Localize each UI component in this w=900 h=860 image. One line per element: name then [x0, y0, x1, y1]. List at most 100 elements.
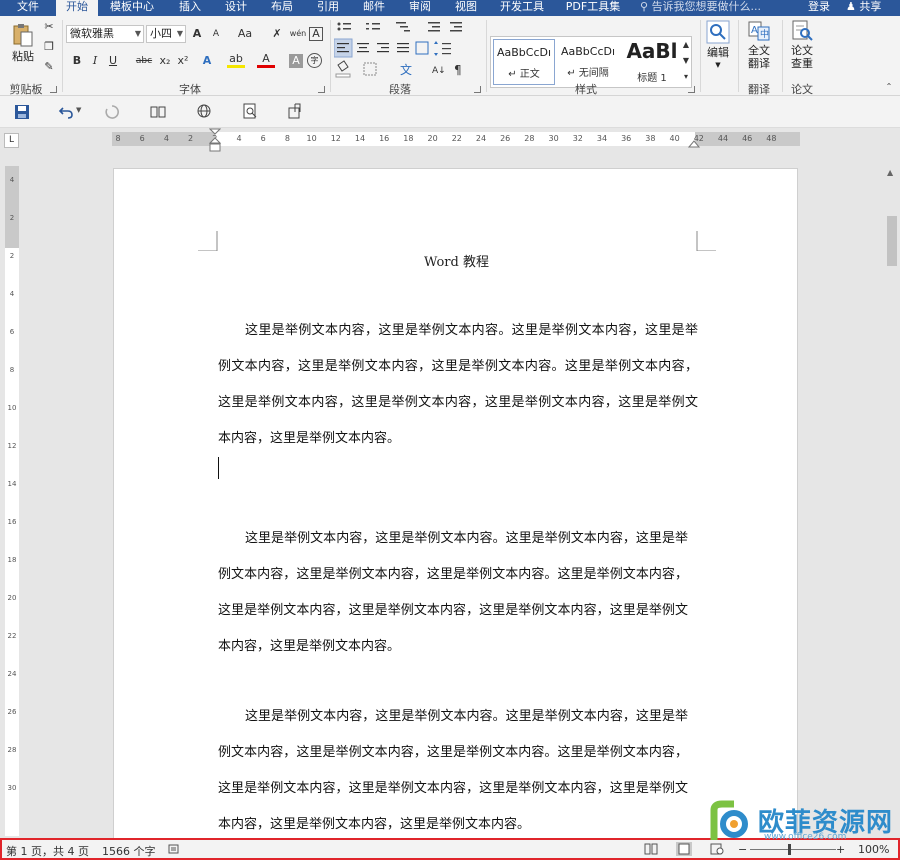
print-layout-view-icon[interactable]: [676, 842, 692, 856]
format-painter-icon[interactable]: ✎: [40, 58, 58, 76]
increase-indent-icon[interactable]: [450, 22, 462, 32]
read-mode-icon[interactable]: [150, 104, 166, 120]
paragraph-1[interactable]: 这里是举例文本内容，这里是举例文本内容。这里是举例文本内容，这里是举例文本内容，…: [218, 313, 698, 457]
style-no-spacing[interactable]: AaBbCcDı ↵ 无间隔: [557, 39, 619, 85]
undo-icon[interactable]: [58, 104, 74, 120]
phonetic-guide-button[interactable]: wén: [289, 25, 307, 43]
tab-layout[interactable]: 布局: [262, 0, 302, 16]
multilevel-list-icon[interactable]: [396, 22, 410, 32]
scroll-up-icon[interactable]: ▲: [887, 168, 893, 177]
collapse-ribbon-icon[interactable]: ⌃: [880, 78, 898, 96]
chinese-layout-icon[interactable]: 文: [400, 62, 412, 77]
page-count[interactable]: 第 1 页，共 4 页: [6, 843, 89, 859]
tab-file[interactable]: 文件: [8, 0, 48, 16]
print-preview-icon[interactable]: [242, 103, 258, 120]
font-color-button[interactable]: A: [257, 52, 275, 68]
subscript-button[interactable]: x₂: [156, 52, 174, 70]
tell-me-box[interactable]: ⚲ 告诉我您想要做什么...: [640, 0, 761, 16]
styles-launcher-icon[interactable]: [688, 86, 695, 93]
zoom-in-button[interactable]: +: [836, 843, 845, 856]
group-divider: [700, 20, 701, 92]
paste-button[interactable]: 粘贴: [8, 22, 38, 63]
paragraph-3[interactable]: 这里是举例文本内容，这里是举例文本内容。这里是举例文本内容，这里是举例文本内容，…: [218, 699, 688, 843]
decrease-indent-icon[interactable]: [428, 22, 440, 32]
right-indent-marker[interactable]: [688, 138, 700, 148]
font-size-combo[interactable]: 小四 ▼: [146, 25, 186, 43]
grow-font-button[interactable]: A: [188, 25, 206, 43]
copy-icon[interactable]: ❐: [40, 38, 58, 56]
read-mode-view-icon[interactable]: [644, 843, 658, 855]
save-icon[interactable]: [14, 104, 30, 120]
cut-icon[interactable]: ✂: [40, 18, 58, 36]
vertical-scrollbar[interactable]: ▲: [884, 166, 900, 838]
superscript-button[interactable]: x²: [174, 52, 192, 70]
styles-scroll-down-icon[interactable]: ▼: [680, 53, 692, 69]
tab-review[interactable]: 审阅: [400, 0, 440, 16]
tab-home[interactable]: 开始: [56, 0, 98, 16]
styles-more-icon[interactable]: ▾: [680, 69, 692, 85]
tab-pdf[interactable]: PDF工具集: [558, 0, 628, 16]
change-case-button[interactable]: Aa: [232, 25, 258, 43]
scrollbar-thumb[interactable]: [887, 216, 897, 266]
shrink-font-button[interactable]: A: [207, 25, 225, 43]
editing-button[interactable]: 编辑 ▼: [704, 20, 732, 72]
char-shading-button[interactable]: A: [289, 54, 303, 68]
touch-mode-icon[interactable]: [288, 103, 304, 120]
ruler-tick-label: 16: [7, 518, 17, 526]
paste-label: 粘贴: [12, 50, 34, 63]
document-header[interactable]: Word 教程: [214, 251, 699, 270]
web-layout-view-icon[interactable]: [710, 843, 724, 855]
numbering-icon[interactable]: [366, 23, 380, 30]
login-link[interactable]: 登录: [808, 0, 830, 16]
tab-references[interactable]: 引用: [308, 0, 348, 16]
paper-check-button[interactable]: 论文 查重: [786, 20, 818, 70]
zoom-out-button[interactable]: −: [738, 843, 747, 856]
document-page[interactable]: Word 教程 这里是举例文本内容，这里是举例文本内容。这里是举例文本内容，这里…: [113, 168, 798, 848]
text-effects-button[interactable]: A: [198, 52, 216, 70]
tab-templates[interactable]: 模板中心: [104, 0, 160, 16]
tab-insert[interactable]: 插入: [170, 0, 210, 16]
indent-markers[interactable]: [209, 128, 221, 154]
web-layout-icon[interactable]: [196, 103, 212, 120]
italic-button[interactable]: I: [86, 52, 104, 70]
tab-design[interactable]: 设计: [216, 0, 256, 16]
char-border-button[interactable]: A: [309, 27, 323, 41]
borders-icon[interactable]: [363, 62, 377, 76]
sort-icon[interactable]: A↓: [432, 66, 446, 76]
tab-mailings[interactable]: 邮件: [354, 0, 394, 16]
styles-scroll-up-icon[interactable]: ▲: [680, 37, 692, 53]
style-heading-1[interactable]: AaBl 标题 1: [621, 39, 683, 85]
font-name-combo[interactable]: 微软雅黑 ▼: [66, 25, 144, 43]
zoom-slider[interactable]: [750, 849, 836, 850]
bold-button[interactable]: B: [68, 52, 86, 70]
highlight-button[interactable]: ab: [227, 52, 245, 68]
enclose-char-button[interactable]: 字: [307, 53, 322, 68]
underline-button[interactable]: U: [104, 52, 122, 70]
proofing-icon[interactable]: [168, 843, 180, 855]
paragraph-2[interactable]: 这里是举例文本内容，这里是举例文本内容。这里是举例文本内容，这里是举例文本内容，…: [218, 521, 688, 665]
font-launcher-icon[interactable]: [318, 86, 325, 93]
undo-dropdown-icon[interactable]: ▼: [76, 106, 81, 114]
distributed-icon[interactable]: [415, 41, 429, 55]
paragraph-launcher-icon[interactable]: [474, 86, 481, 93]
word-count[interactable]: 1566 个字: [102, 843, 156, 859]
line-spacing-icon[interactable]: [434, 41, 451, 56]
bullets-icon[interactable]: [337, 22, 352, 31]
tab-developer[interactable]: 开发工具: [494, 0, 550, 16]
style-preview: AaBl: [626, 39, 678, 63]
clear-format-icon[interactable]: ✗: [268, 25, 286, 43]
strikethrough-button[interactable]: abc: [133, 52, 155, 70]
vertical-ruler[interactable]: 4 2 2 4 6 8 10 12 14 16 18 20 22 24 26 28 30: [5, 166, 19, 836]
zoom-level[interactable]: 100%: [858, 843, 889, 856]
clipboard-launcher-icon[interactable]: [50, 86, 57, 93]
shading-icon[interactable]: [335, 60, 351, 78]
tab-selector-icon[interactable]: L: [4, 133, 19, 148]
zoom-slider-thumb[interactable]: [788, 844, 791, 855]
style-normal[interactable]: AaBbCcDı ↵ 正文: [493, 39, 555, 85]
tab-view[interactable]: 视图: [446, 0, 486, 16]
show-marks-icon[interactable]: ¶: [454, 63, 462, 77]
share-button[interactable]: ♟ 共享: [846, 0, 881, 16]
ruler-tick-label: 18: [403, 134, 414, 143]
redo-icon[interactable]: [104, 104, 120, 120]
full-text-translate-button[interactable]: A 中 全文 翻译: [742, 20, 776, 70]
